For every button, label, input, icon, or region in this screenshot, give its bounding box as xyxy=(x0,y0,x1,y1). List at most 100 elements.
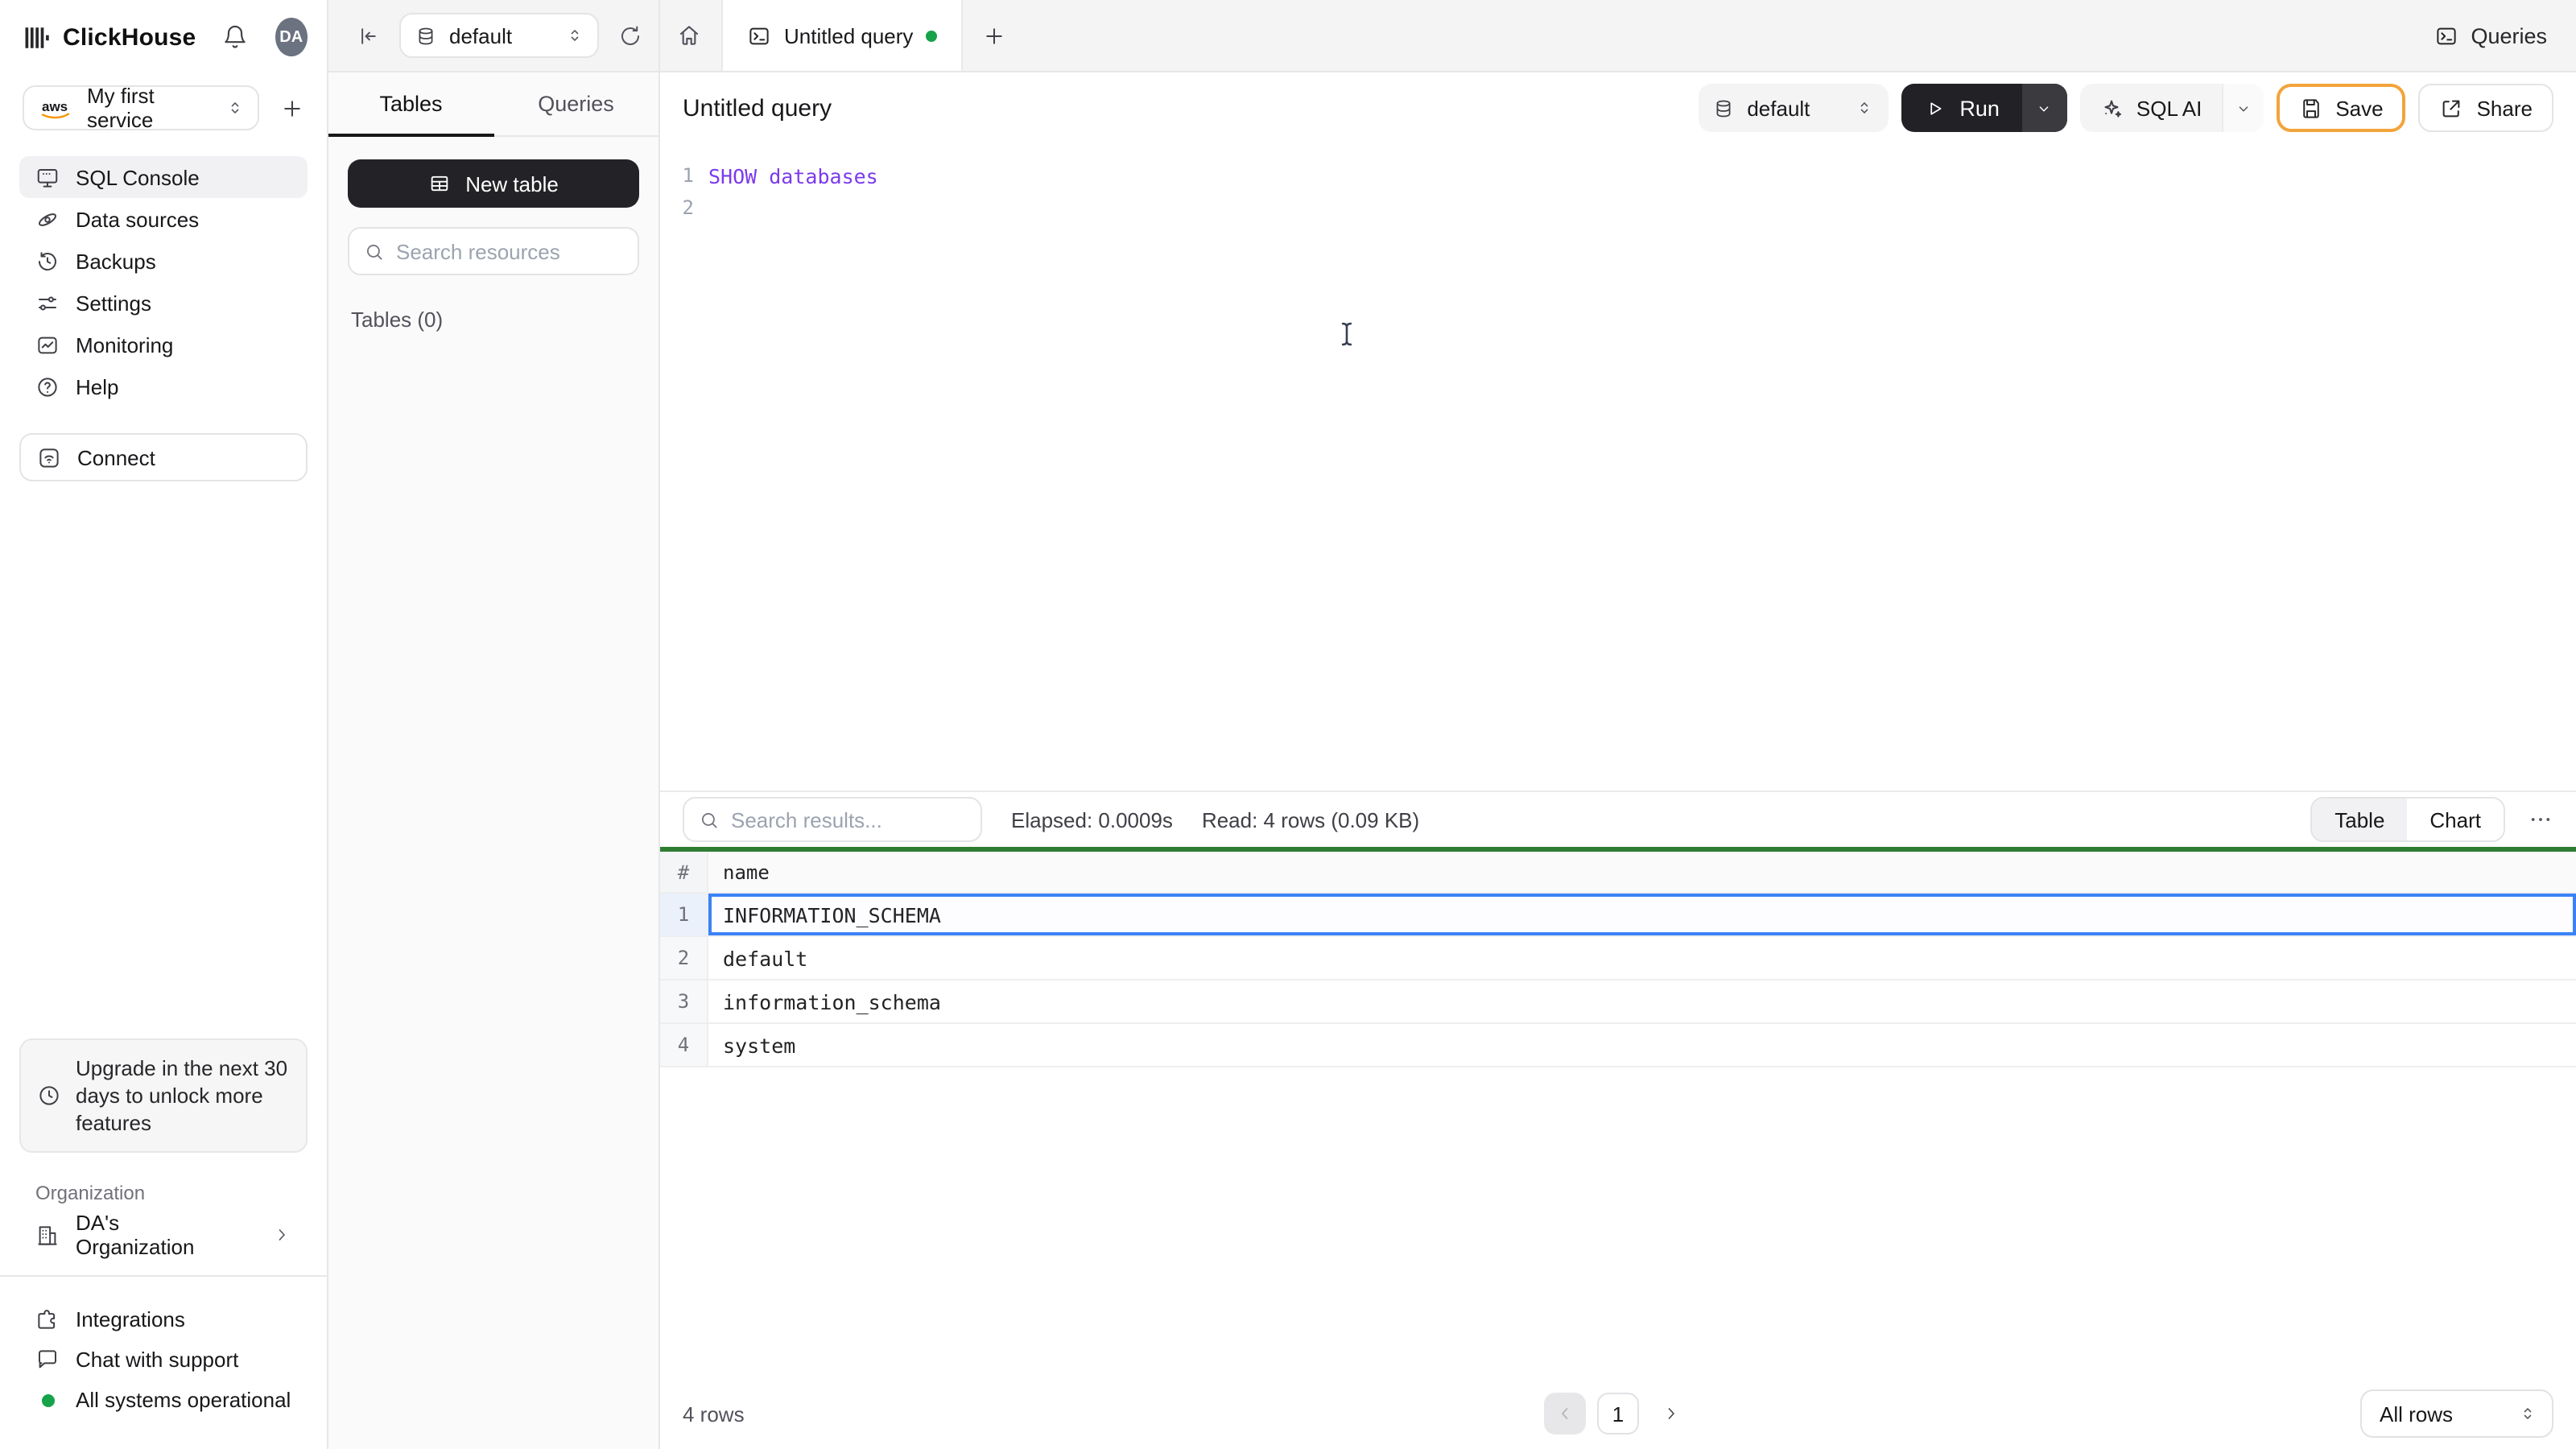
cell-name[interactable]: system xyxy=(708,1024,2576,1066)
organization-section-label: Organization xyxy=(35,1182,146,1204)
results-more-button[interactable] xyxy=(2528,807,2553,832)
chevron-right-icon xyxy=(1668,1408,1674,1419)
results-search[interactable] xyxy=(683,797,982,842)
plus-icon xyxy=(284,100,300,116)
index-column-header: # xyxy=(660,852,708,892)
nav-label: Help xyxy=(76,374,119,398)
queries-button[interactable]: Queries xyxy=(2405,0,2576,71)
nav-label: SQL Console xyxy=(76,165,200,189)
collapse-sidebar-button[interactable] xyxy=(356,23,380,47)
results-header-row: # name xyxy=(660,852,2576,894)
query-toolbar: Untitled query default Run SQL AI Save S… xyxy=(660,72,2576,143)
database-icon xyxy=(1716,99,1731,117)
organization-name: DA's Organization xyxy=(76,1211,195,1259)
share-icon xyxy=(2443,99,2460,117)
run-options-button[interactable] xyxy=(2021,84,2067,132)
query-tab[interactable]: Untitled query xyxy=(721,0,964,71)
cell-name[interactable]: information_schema xyxy=(708,980,2576,1022)
cell-name[interactable]: default xyxy=(708,937,2576,979)
service-selector[interactable]: aws My first service xyxy=(23,84,259,132)
page-size-value: All rows xyxy=(2380,1402,2454,1426)
query-workspace: Untitled query default Run SQL AI Save S… xyxy=(660,72,2576,1449)
share-button[interactable]: Share xyxy=(2418,84,2553,132)
terminal-icon xyxy=(2436,27,2456,44)
previous-page-button[interactable] xyxy=(1544,1393,1586,1435)
sql-editor[interactable]: 1 SHOW databases 2 xyxy=(660,143,2576,791)
page-size-selector[interactable]: All rows xyxy=(2360,1389,2553,1438)
chat-bubble-icon xyxy=(39,1350,56,1368)
save-icon xyxy=(2302,98,2319,118)
new-table-button[interactable]: New table xyxy=(348,159,639,208)
sidebar-item-help[interactable]: Help xyxy=(19,365,308,407)
database-selector[interactable]: default xyxy=(399,13,599,58)
clock-icon xyxy=(39,1085,59,1105)
editor-line[interactable]: 1 SHOW databases xyxy=(660,159,2576,192)
chevron-left-icon xyxy=(1562,1408,1568,1419)
table-row[interactable]: 3 information_schema xyxy=(660,980,2576,1024)
add-service-button[interactable] xyxy=(280,96,304,120)
new-tab-button[interactable] xyxy=(963,0,1026,71)
table-row[interactable]: 2 default xyxy=(660,937,2576,980)
sidebar-nav: SQL Console Data sources Backups Setting… xyxy=(0,140,327,407)
table-grid-icon xyxy=(431,175,448,192)
sidebar-item-settings[interactable]: Settings xyxy=(19,282,308,324)
tab-queries[interactable]: Queries xyxy=(493,72,658,135)
rows-read: Read: 4 rows (0.09 KB) xyxy=(1201,807,1420,832)
table-row[interactable]: 4 system xyxy=(660,1024,2576,1067)
save-button[interactable]: Save xyxy=(2276,84,2406,132)
view-toggle-table[interactable]: Table xyxy=(2312,799,2408,840)
notifications-bell-icon[interactable] xyxy=(221,24,247,50)
settings-icon xyxy=(39,295,56,310)
service-row: aws My first service xyxy=(0,74,327,140)
integrations-label: Integrations xyxy=(76,1307,185,1331)
sql-code: SHOW databases xyxy=(708,163,878,188)
sidebar-item-chat-support[interactable]: Chat with support xyxy=(19,1340,308,1380)
chevron-right-icon xyxy=(279,1229,285,1241)
organization-selector[interactable]: DA's Organization xyxy=(19,1211,308,1259)
run-label: Run xyxy=(1959,96,2000,120)
name-column-header[interactable]: name xyxy=(708,852,2576,892)
sidebar-item-backups[interactable]: Backups xyxy=(19,240,308,282)
resources-panel: Tables Queries New table Tables (0) xyxy=(328,72,660,1449)
unsaved-changes-dot xyxy=(926,30,938,41)
connect-label: Connect xyxy=(77,445,155,469)
query-database-selector[interactable]: default xyxy=(1699,84,1889,132)
sidebar-header: ClickHouse DA xyxy=(0,0,327,74)
avatar[interactable]: DA xyxy=(275,18,308,56)
sidebar-item-monitoring[interactable]: Monitoring xyxy=(19,324,308,365)
tab-tables[interactable]: Tables xyxy=(328,72,493,137)
terminal-icon xyxy=(749,27,769,44)
run-button[interactable]: Run xyxy=(1901,84,2067,132)
cell-name[interactable]: INFORMATION_SCHEMA xyxy=(708,894,2576,935)
sidebar-item-integrations[interactable]: Integrations xyxy=(19,1299,308,1340)
chevron-down-icon xyxy=(2238,105,2248,111)
chevron-updown-icon xyxy=(1861,102,1868,114)
query-title: Untitled query xyxy=(683,94,832,122)
chevron-updown-icon xyxy=(2524,1408,2532,1419)
refresh-button[interactable] xyxy=(618,23,642,47)
results-search-input[interactable] xyxy=(731,807,966,832)
resources-search-input[interactable] xyxy=(396,239,623,263)
table-row[interactable]: 1 INFORMATION_SCHEMA xyxy=(660,894,2576,937)
view-toggle-chart[interactable]: Chart xyxy=(2407,799,2504,840)
service-selector-label: My first service xyxy=(87,84,155,132)
home-icon xyxy=(679,26,699,45)
upgrade-notice[interactable]: Upgrade in the next 30 days to unlock mo… xyxy=(19,1038,308,1153)
sql-ai-button[interactable]: SQL AI xyxy=(2079,84,2264,132)
next-page-button[interactable] xyxy=(1650,1393,1692,1435)
system-status[interactable]: All systems operational xyxy=(19,1380,308,1420)
row-number: 4 xyxy=(660,1024,708,1066)
connect-button[interactable]: Connect xyxy=(19,433,308,481)
sidebar-item-data-sources[interactable]: Data sources xyxy=(19,198,308,240)
plus-icon xyxy=(986,27,1003,43)
pagination: 1 xyxy=(1544,1393,1692,1435)
results-table: # name 1 INFORMATION_SCHEMA 2 default 3 … xyxy=(660,852,2576,1067)
editor-line[interactable]: 2 xyxy=(660,192,2576,224)
refresh-icon xyxy=(621,25,639,45)
sidebar-item-sql-console[interactable]: SQL Console xyxy=(19,156,308,198)
resources-search[interactable] xyxy=(348,227,639,275)
home-button[interactable] xyxy=(660,0,721,71)
sql-ai-options-button[interactable] xyxy=(2221,84,2264,132)
row-number: 3 xyxy=(660,980,708,1022)
current-page-button[interactable]: 1 xyxy=(1597,1393,1639,1435)
